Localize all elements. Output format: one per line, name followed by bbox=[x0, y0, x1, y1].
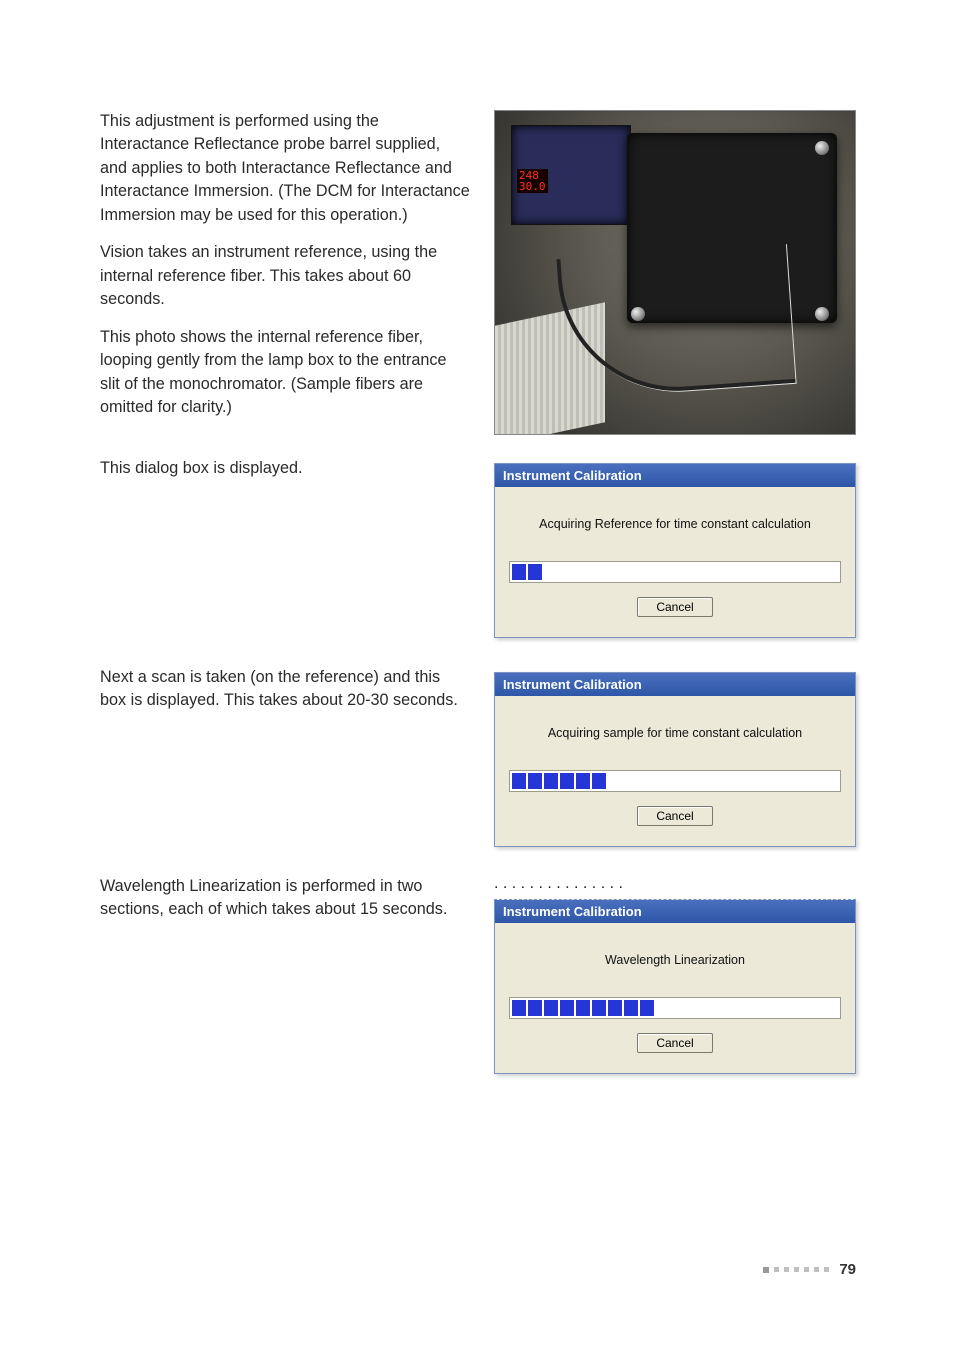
dialog-titlebar: Instrument Calibration bbox=[495, 673, 855, 696]
text-column: Next a scan is taken (on the reference) … bbox=[100, 666, 470, 713]
dialog-cutoff-artifact: . . . . . . . . . . . . . . . bbox=[494, 875, 856, 893]
progress-segment bbox=[576, 773, 590, 789]
dialog-column: Instrument Calibration Acquiring Referen… bbox=[494, 457, 856, 638]
led-line: 30.0 bbox=[519, 180, 546, 193]
paragraph: This adjustment is performed using the I… bbox=[100, 110, 470, 227]
cancel-button[interactable]: Cancel bbox=[637, 1033, 712, 1053]
dialog-titlebar: Instrument Calibration bbox=[495, 900, 855, 923]
screw-icon bbox=[815, 307, 829, 321]
progress-segment bbox=[576, 1000, 590, 1016]
intro-text-column: This adjustment is performed using the I… bbox=[100, 110, 470, 434]
dialog-body: Acquiring sample for time constant calcu… bbox=[495, 696, 855, 846]
dialog-message: Acquiring sample for time constant calcu… bbox=[509, 726, 841, 740]
instrument-calibration-dialog: Instrument Calibration Acquiring Referen… bbox=[494, 463, 856, 638]
text-column: This dialog box is displayed. bbox=[100, 457, 470, 480]
progress-segment bbox=[528, 564, 542, 580]
progress-bar bbox=[509, 561, 841, 583]
progress-segment bbox=[528, 1000, 542, 1016]
progress-segment bbox=[512, 1000, 526, 1016]
progress-segment bbox=[544, 773, 558, 789]
dialog-column: Instrument Calibration Acquiring sample … bbox=[494, 666, 856, 847]
paragraph: Next a scan is taken (on the reference) … bbox=[100, 666, 470, 713]
progress-segment bbox=[512, 564, 526, 580]
dialog-message: Acquiring Reference for time constant ca… bbox=[509, 517, 841, 531]
dialog-body: Wavelength Linearization Cancel bbox=[495, 923, 855, 1073]
document-page: This adjustment is performed using the I… bbox=[0, 0, 954, 1350]
progress-bar bbox=[509, 770, 841, 792]
cancel-button[interactable]: Cancel bbox=[637, 597, 712, 617]
cancel-button[interactable]: Cancel bbox=[637, 806, 712, 826]
dialog-button-row: Cancel bbox=[509, 597, 841, 627]
dialog-column: . . . . . . . . . . . . . . . Instrument… bbox=[494, 875, 856, 1074]
dialog-titlebar: Instrument Calibration bbox=[495, 464, 855, 487]
page-footer: 79 bbox=[763, 1261, 856, 1278]
progress-segment bbox=[624, 1000, 638, 1016]
page-number: 79 bbox=[839, 1261, 856, 1278]
progress-segment bbox=[608, 1000, 622, 1016]
instrument-calibration-dialog: Instrument Calibration Acquiring sample … bbox=[494, 672, 856, 847]
row-intro: This adjustment is performed using the I… bbox=[100, 110, 856, 435]
row-dialog-3: Wavelength Linearization is performed in… bbox=[100, 875, 856, 1074]
paragraph: This photo shows the internal reference … bbox=[100, 326, 470, 420]
paragraph: This dialog box is displayed. bbox=[100, 457, 470, 480]
dialog-button-row: Cancel bbox=[509, 806, 841, 836]
progress-segment bbox=[560, 773, 574, 789]
progress-segment bbox=[512, 773, 526, 789]
row-dialog-1: This dialog box is displayed. Instrument… bbox=[100, 457, 856, 638]
dialog-message: Wavelength Linearization bbox=[509, 953, 841, 967]
progress-segment bbox=[592, 773, 606, 789]
instrument-photo: 248 30.0 bbox=[494, 110, 856, 435]
screw-icon bbox=[815, 141, 829, 155]
progress-segment bbox=[592, 1000, 606, 1016]
lamp-led-readout: 248 30.0 bbox=[517, 169, 548, 193]
row-dialog-2: Next a scan is taken (on the reference) … bbox=[100, 666, 856, 847]
photo-column: 248 30.0 bbox=[494, 110, 856, 435]
footer-dots-icon bbox=[763, 1267, 829, 1273]
text-column: Wavelength Linearization is performed in… bbox=[100, 875, 470, 922]
progress-segment bbox=[640, 1000, 654, 1016]
progress-segment bbox=[544, 1000, 558, 1016]
progress-segment bbox=[528, 773, 542, 789]
dialog-body: Acquiring Reference for time constant ca… bbox=[495, 487, 855, 637]
paragraph: Vision takes an instrument reference, us… bbox=[100, 241, 470, 311]
instrument-calibration-dialog: Instrument Calibration Wavelength Linear… bbox=[494, 899, 856, 1074]
progress-segment bbox=[560, 1000, 574, 1016]
progress-bar bbox=[509, 997, 841, 1019]
paragraph: Wavelength Linearization is performed in… bbox=[100, 875, 470, 922]
dialog-button-row: Cancel bbox=[509, 1033, 841, 1063]
